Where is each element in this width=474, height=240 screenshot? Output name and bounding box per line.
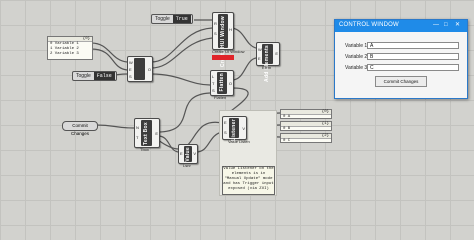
error-bar <box>212 55 234 60</box>
note-panel: Value Listener on the elements is in "Ma… <box>222 166 275 195</box>
wire <box>150 27 213 63</box>
port-in[interactable]: S <box>129 74 132 79</box>
component-body: Value <box>184 146 192 162</box>
field-label: Variable 2 <box>345 54 368 60</box>
port-in[interactable]: L <box>212 74 214 79</box>
component-name: Add Elements <box>264 45 270 82</box>
component-sublabel: Elem <box>262 65 272 70</box>
panel-row: 0 C <box>283 139 291 143</box>
commit-button-param[interactable]: Commit Changes <box>62 121 98 136</box>
toggle-value[interactable]: True <box>172 15 191 23</box>
flatten-component[interactable]: L T S Flatten O <box>210 70 234 96</box>
port-in[interactable]: E <box>224 120 227 125</box>
wire <box>150 73 211 86</box>
component-body: Create HUI Window <box>218 14 228 67</box>
add-elements-component[interactable]: W E Add Elements E <box>256 42 280 82</box>
port-out[interactable]: V <box>193 151 196 156</box>
variable-2-input[interactable]: B <box>367 53 459 60</box>
port-in[interactable]: E <box>129 67 132 72</box>
port-in[interactable]: T <box>212 81 214 86</box>
port-out[interactable]: E <box>155 131 158 136</box>
create-window-component[interactable]: R S Create HUI Window H <box>212 12 234 67</box>
text-box-component[interactable]: N T Text Box E <box>134 118 160 148</box>
field-label: Variable 3 <box>345 65 368 71</box>
panel-row: 0 B <box>283 127 291 131</box>
port-out[interactable]: H <box>229 27 232 32</box>
component-body: Text Box <box>141 120 152 146</box>
component-body: Listener <box>229 118 239 141</box>
note-text: Value Listener on the elements is in "Ma… <box>223 167 274 191</box>
window-title: CONTROL WINDOW <box>339 22 399 28</box>
port-out[interactable]: E <box>275 51 278 56</box>
control-window: CONTROL WINDOW — □ ✕ Variable 1 A Variab… <box>334 19 468 99</box>
toggle-value[interactable]: False <box>93 72 115 80</box>
component-sublabel: Value Listen <box>228 139 250 144</box>
port-in[interactable]: E <box>258 56 261 61</box>
maximize-icon[interactable]: □ <box>444 22 448 29</box>
port-in[interactable]: W <box>129 60 133 65</box>
component-name: Listener <box>231 119 237 141</box>
component-sublabel: Lsnr <box>183 163 191 168</box>
port-in[interactable]: N <box>136 125 139 130</box>
wire <box>95 124 135 129</box>
output-panel[interactable]: {2} 0 C <box>280 133 332 143</box>
port-in[interactable]: R <box>214 21 217 26</box>
component-sublabel: Create UI Window <box>212 49 245 54</box>
component-body <box>134 58 145 80</box>
component-sublabel: Tbox <box>140 147 149 152</box>
toggle-label: Toggle <box>76 73 91 79</box>
component-name: Flatten <box>219 73 225 92</box>
value-listener-component[interactable]: E S Listener V <box>222 116 247 141</box>
value-component[interactable]: E Value V <box>178 144 198 164</box>
component-body: Flatten <box>217 72 227 94</box>
component-name: Value <box>185 147 191 162</box>
commit-param-label: Commit Changes <box>70 123 89 136</box>
wire <box>90 42 128 63</box>
wire <box>90 48 128 71</box>
wire <box>157 135 179 153</box>
value-list[interactable]: {0} 0 Variable 1 1 Variable 2 2 Variable… <box>47 36 93 60</box>
set-component[interactable]: W E S O <box>127 56 153 82</box>
wire <box>231 27 257 49</box>
minimize-icon[interactable]: — <box>433 22 439 29</box>
close-icon[interactable]: ✕ <box>455 22 460 29</box>
list-item[interactable]: 2 Variable 3 <box>48 52 92 57</box>
component-name: Text Box <box>143 122 149 146</box>
port-out[interactable]: O <box>148 67 151 72</box>
port-in[interactable]: S <box>212 88 215 93</box>
port-in[interactable]: T <box>136 135 138 140</box>
panel-row: 0 A <box>283 115 291 119</box>
wire <box>231 57 257 81</box>
port-out[interactable]: O <box>229 81 232 86</box>
component-body: Add Elements <box>262 44 273 82</box>
output-panel[interactable]: {0} 0 A <box>280 109 332 119</box>
field-label: Variable 1 <box>345 43 368 49</box>
commit-changes-button[interactable]: Commit Changes <box>375 76 427 87</box>
variable-1-input[interactable]: A <box>367 42 459 49</box>
toggle-label: Toggle <box>155 16 170 22</box>
toggle-mid[interactable]: Toggle False <box>72 71 117 81</box>
output-panel[interactable]: {1} 0 B <box>280 121 332 131</box>
variable-3-input[interactable]: C <box>367 64 459 71</box>
port-out[interactable]: V <box>242 126 245 131</box>
window-titlebar[interactable]: CONTROL WINDOW — □ ✕ <box>335 20 467 32</box>
port-in[interactable]: E <box>180 151 183 156</box>
component-sublabel: Flatten <box>214 95 227 100</box>
port-in[interactable]: S <box>224 130 227 135</box>
port-in[interactable]: S <box>214 31 217 36</box>
toggle-top[interactable]: Toggle True <box>151 14 193 24</box>
